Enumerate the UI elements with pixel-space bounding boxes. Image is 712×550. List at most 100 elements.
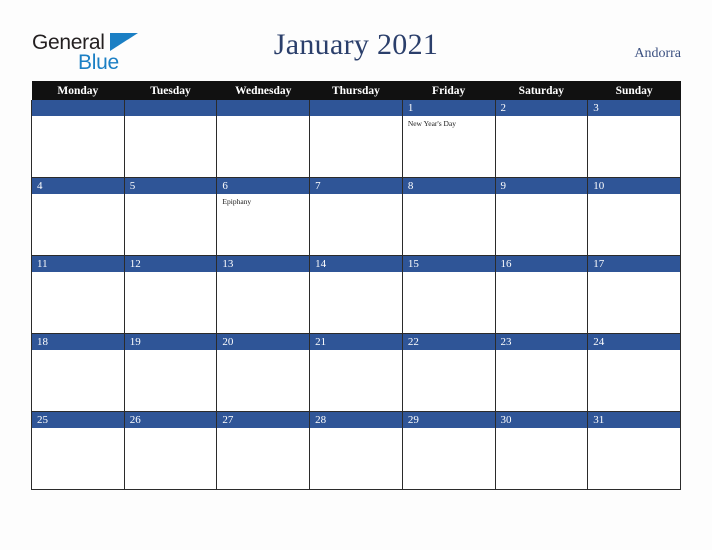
day-number: 27 (217, 412, 310, 428)
day-number: 21 (310, 334, 402, 350)
calendar-day-cell[interactable]: 24 (587, 333, 681, 412)
day-cell-inner (310, 100, 402, 177)
day-cell-inner: 4 (32, 178, 124, 255)
day-number: 29 (402, 412, 495, 428)
page-header: General Blue January 2021 Andorra (0, 0, 712, 78)
day-number: 9 (495, 178, 588, 194)
calendar-day-cell[interactable]: 7 (309, 177, 403, 256)
day-events (125, 272, 217, 275)
day-cell-inner: 5 (124, 178, 217, 255)
calendar-day-cell[interactable]: 17 (587, 255, 681, 334)
day-cell-inner: 28 (310, 412, 402, 489)
day-cell-inner: 26 (124, 412, 217, 489)
day-number: 15 (402, 256, 495, 272)
day-cell-inner: 27 (217, 412, 310, 489)
calendar-day-cell[interactable]: 8 (401, 177, 496, 256)
calendar-day-cell[interactable]: 28 (309, 411, 403, 490)
day-number (310, 100, 402, 116)
day-cell-inner: 24 (588, 334, 680, 411)
calendar-day-cell[interactable]: 12 (123, 255, 218, 334)
page-title: January 2021 (273, 28, 439, 61)
day-cell-inner: 12 (124, 256, 217, 333)
day-events (125, 350, 217, 353)
calendar-day-cell[interactable]: 6 Epiphany (216, 177, 311, 256)
day-cell-inner: 9 (495, 178, 588, 255)
country-label: Andorra (634, 46, 681, 61)
day-number: 22 (402, 334, 495, 350)
calendar-day-cell[interactable]: 30 (494, 411, 589, 490)
day-events (403, 194, 495, 197)
calendar-day-cell[interactable]: 18 (31, 333, 125, 412)
day-number: 8 (402, 178, 495, 194)
day-cell-inner: 19 (124, 334, 217, 411)
day-cell-inner: 1 New Year's Day (402, 100, 495, 177)
weekday-header-row: Monday Tuesday Wednesday Thursday Friday Satu… (31, 81, 681, 100)
calendar-week-row: 18 19 20 21 22 23 24 (31, 333, 681, 412)
calendar-day-cell[interactable]: 14 (309, 255, 403, 334)
calendar-day-cell[interactable]: 2 (494, 100, 589, 178)
calendar-day-cell[interactable]: 4 (31, 177, 125, 256)
day-cell-inner: 10 (588, 178, 680, 255)
day-cell-inner: 15 (402, 256, 495, 333)
calendar-day-cell[interactable]: 3 (587, 100, 681, 178)
day-number: 20 (217, 334, 310, 350)
calendar-day-cell[interactable]: 25 (31, 411, 125, 490)
calendar-day-cell[interactable]: 13 (216, 255, 311, 334)
day-cell-inner: 29 (402, 412, 495, 489)
day-events (310, 428, 402, 431)
calendar-day-cell[interactable]: 5 (123, 177, 218, 256)
day-number: 6 (217, 178, 310, 194)
calendar-empty-cell (123, 100, 218, 178)
day-events (32, 428, 124, 431)
day-cell-inner: 31 (588, 412, 680, 489)
calendar-day-cell[interactable]: 27 (216, 411, 311, 490)
day-number: 25 (32, 412, 124, 428)
day-events (32, 116, 124, 119)
day-number (32, 100, 124, 116)
holiday-event: New Year's Day (407, 119, 457, 128)
weekday-header-friday: Friday (402, 81, 496, 100)
calendar-day-cell[interactable]: 26 (123, 411, 218, 490)
calendar-day-cell[interactable]: 31 (587, 411, 681, 490)
day-number: 1 (402, 100, 495, 116)
day-events (32, 350, 124, 353)
day-events (588, 350, 680, 353)
day-events (588, 194, 680, 197)
day-events (217, 116, 309, 119)
calendar-day-cell[interactable]: 20 (216, 333, 311, 412)
day-cell-inner: 13 (217, 256, 310, 333)
day-number: 16 (495, 256, 588, 272)
calendar-day-cell[interactable]: 1 New Year's Day (401, 100, 496, 178)
calendar-day-cell[interactable]: 23 (494, 333, 589, 412)
day-number: 4 (32, 178, 124, 194)
day-cell-inner: 25 (32, 412, 124, 489)
calendar-week-row: 11 12 13 14 15 16 17 (31, 255, 681, 334)
calendar-day-cell[interactable]: 15 (401, 255, 496, 334)
day-events (496, 272, 588, 275)
calendar-day-cell[interactable]: 19 (123, 333, 218, 412)
day-number: 5 (124, 178, 217, 194)
calendar-empty-cell (309, 100, 403, 178)
day-number: 31 (588, 412, 680, 428)
calendar-day-cell[interactable]: 21 (309, 333, 403, 412)
day-events (310, 272, 402, 275)
calendar-day-cell[interactable]: 9 (494, 177, 589, 256)
day-number (217, 100, 310, 116)
day-events (403, 428, 495, 431)
day-number: 19 (124, 334, 217, 350)
calendar-day-cell[interactable]: 16 (494, 255, 589, 334)
calendar-empty-cell (31, 100, 125, 178)
day-number: 2 (495, 100, 588, 116)
day-number: 14 (310, 256, 402, 272)
day-events (496, 194, 588, 197)
day-cell-inner: 6 Epiphany (217, 178, 310, 255)
calendar-day-cell[interactable]: 29 (401, 411, 496, 490)
weekday-header-sunday: Sunday (587, 81, 681, 100)
weekday-header-saturday: Saturday (495, 81, 588, 100)
calendar-day-cell[interactable]: 22 (401, 333, 496, 412)
day-events (217, 350, 309, 353)
calendar-day-cell[interactable]: 10 (587, 177, 681, 256)
day-events (588, 272, 680, 275)
day-cell-inner (32, 100, 124, 177)
calendar-day-cell[interactable]: 11 (31, 255, 125, 334)
